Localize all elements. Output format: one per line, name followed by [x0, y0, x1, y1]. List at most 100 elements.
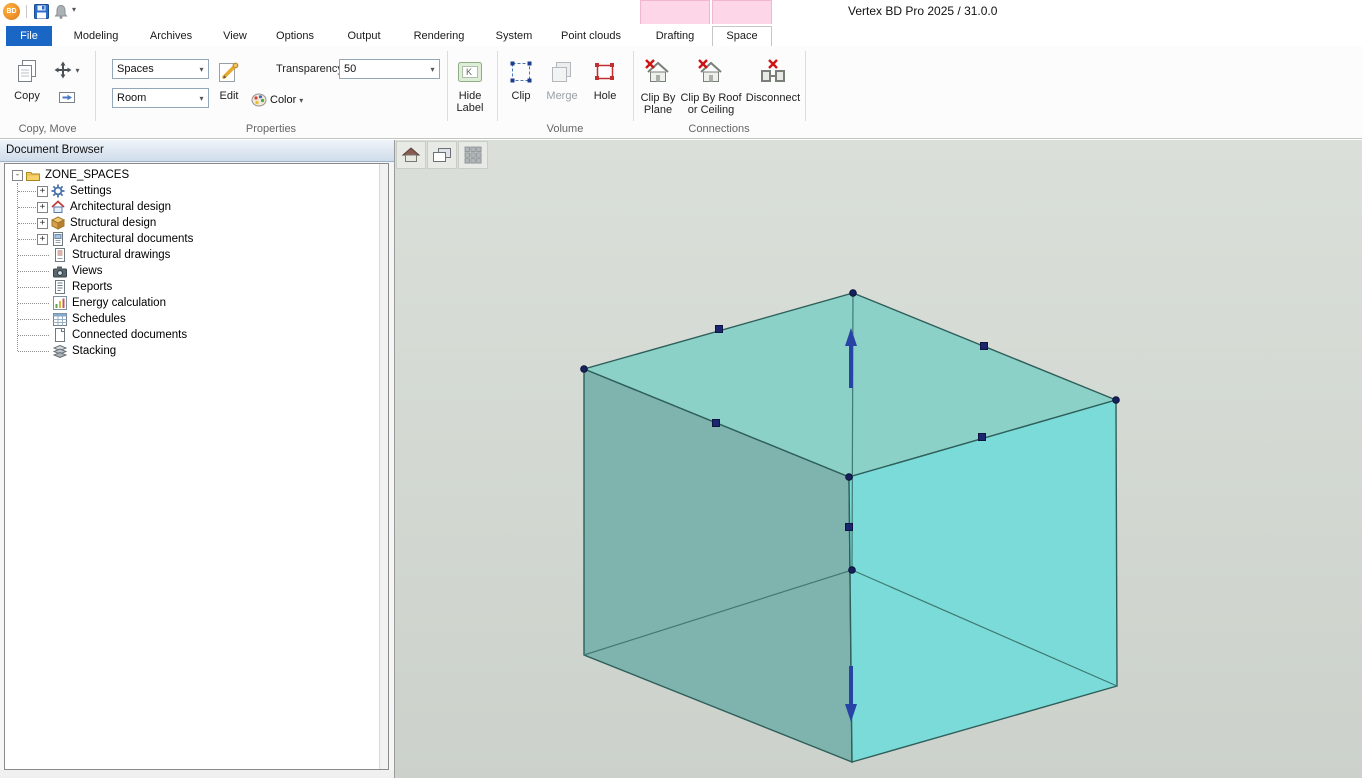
grid-icon — [464, 146, 482, 164]
tree-item-structural-drawings[interactable]: Structural drawings — [5, 247, 388, 263]
spaces-select[interactable]: Spaces ▾ — [112, 59, 209, 79]
notifications-button[interactable] — [52, 3, 70, 20]
group-separator — [805, 51, 806, 121]
dropdown-arrow-icon: ▾ — [195, 94, 208, 103]
tab-point-clouds[interactable]: Point clouds — [548, 26, 634, 46]
bell-icon — [54, 4, 68, 19]
dropdown-arrow-icon: ▾ — [195, 65, 208, 74]
cascade-icon — [432, 147, 452, 163]
expand-expander[interactable]: + — [37, 234, 48, 245]
folder-icon — [26, 168, 40, 182]
hide-label-button[interactable]: K Hide Label — [446, 54, 494, 114]
tree-item-structural-design[interactable]: + Structural design — [5, 215, 388, 231]
clip-by-plane-button[interactable]: Clip By Plane — [634, 52, 682, 116]
expand-expander[interactable]: + — [37, 186, 48, 197]
clip-button[interactable]: Clip — [503, 54, 539, 102]
tree-item-views[interactable]: Views — [5, 263, 388, 279]
views-icon — [53, 264, 67, 278]
edge-handle[interactable] — [713, 420, 720, 427]
model-viewport[interactable] — [395, 140, 1362, 778]
transparency-label: Transparency — [276, 63, 343, 75]
vertex-grip[interactable] — [849, 567, 856, 574]
group-label-connections: Connections — [633, 123, 805, 135]
palette-icon — [251, 93, 267, 107]
copy-button[interactable]: Copy — [6, 54, 48, 102]
label-tag-icon: K — [457, 54, 483, 90]
tree-item-zone-spaces[interactable]: - ZONE_SPACES — [5, 167, 388, 183]
cascade-windows-button[interactable] — [427, 141, 457, 169]
expand-expander[interactable]: + — [37, 218, 48, 229]
space-volume-canvas[interactable] — [395, 140, 1362, 778]
hole-button[interactable]: Hole — [585, 54, 625, 102]
merge-button[interactable]: Merge — [541, 54, 583, 102]
schedules-icon — [53, 312, 67, 326]
app-logo-icon[interactable]: BD — [3, 3, 20, 20]
connected-documents-icon — [53, 328, 67, 342]
structural-drawings-icon — [53, 248, 67, 262]
tree-vertical-scrollbar[interactable] — [379, 164, 388, 769]
edge-handle[interactable] — [846, 524, 853, 531]
tree-item-architectural-documents[interactable]: + Architectural documents — [5, 231, 388, 247]
tab-modeling[interactable]: Modeling — [60, 26, 132, 46]
context-tab-group-space — [712, 0, 772, 26]
vertex-grip[interactable] — [850, 290, 857, 297]
vertex-grip[interactable] — [846, 474, 853, 481]
edge-handle[interactable] — [981, 343, 988, 350]
tree-item-architectural-design[interactable]: + Architectural design — [5, 199, 388, 215]
merge-icon — [550, 54, 574, 90]
group-separator — [497, 51, 498, 121]
tab-drafting[interactable]: Drafting — [640, 26, 710, 46]
dropdown-arrow-icon: ▾ — [75, 66, 79, 75]
ribbon: Copy ▾ Copy, Move Spaces ▾ Room ▾ Edit T… — [0, 46, 1362, 139]
window-title: Vertex BD Pro 2025 / 31.0.0 — [848, 4, 997, 18]
quick-access-dropdown-icon[interactable]: ▾ — [72, 5, 76, 14]
tree-item-settings[interactable]: + Settings — [5, 183, 388, 199]
tab-space[interactable]: Space — [712, 26, 772, 46]
tab-file[interactable]: File — [6, 26, 52, 46]
context-tab-group-drafting — [640, 0, 710, 26]
room-select[interactable]: Room ▾ — [112, 88, 209, 108]
edit-button[interactable]: Edit — [211, 54, 247, 102]
energy-calculation-icon — [53, 296, 67, 310]
grid-layout-button[interactable] — [458, 141, 488, 169]
app-window: BD ▾ Vertex BD Pro 2025 / 31.0.0 File Mo… — [0, 0, 1362, 778]
window-arrow-icon — [58, 90, 76, 104]
tab-rendering[interactable]: Rendering — [400, 26, 478, 46]
disconnect-icon — [759, 52, 787, 92]
document-browser-panel: Document Browser - ZONE_SPACES + Setting… — [0, 140, 395, 778]
edge-handle[interactable] — [979, 434, 986, 441]
group-separator — [95, 51, 96, 121]
tree-item-schedules[interactable]: Schedules — [5, 311, 388, 327]
gear-icon — [51, 184, 65, 198]
move-copy-option-button[interactable] — [50, 87, 84, 107]
tab-output[interactable]: Output — [332, 26, 396, 46]
expand-expander[interactable]: + — [37, 202, 48, 213]
tree-item-energy-calculation[interactable]: Energy calculation — [5, 295, 388, 311]
hole-icon — [593, 54, 617, 90]
move-button[interactable]: ▾ — [50, 59, 84, 81]
collapse-expander[interactable]: - — [12, 170, 23, 181]
document-browser-header: Document Browser — [0, 140, 394, 162]
transparency-select[interactable]: 50 ▾ — [339, 59, 440, 79]
roof-view-button[interactable] — [396, 141, 426, 169]
group-label-copy-move: Copy, Move — [0, 123, 95, 135]
save-button[interactable] — [32, 3, 50, 20]
vertex-grip[interactable] — [581, 366, 588, 373]
tab-view[interactable]: View — [210, 26, 260, 46]
house-clip-icon — [644, 52, 672, 92]
tab-system[interactable]: System — [482, 26, 546, 46]
copy-icon — [15, 54, 39, 90]
tab-archives[interactable]: Archives — [136, 26, 206, 46]
vertex-grip[interactable] — [1113, 397, 1120, 404]
tab-options[interactable]: Options — [262, 26, 328, 46]
viewport-toolbar — [396, 141, 488, 169]
clip-by-roof-or-ceiling-button[interactable]: Clip By Roof or Ceiling — [682, 52, 740, 116]
disconnect-button[interactable]: Disconnect — [742, 52, 804, 104]
color-button[interactable]: Color ▾ — [251, 90, 303, 110]
stacking-icon — [53, 344, 67, 358]
tree-horizontal-scrollbar[interactable] — [0, 770, 394, 778]
tree-item-connected-documents[interactable]: Connected documents — [5, 327, 388, 343]
tree-item-stacking[interactable]: Stacking — [5, 343, 388, 359]
tree-item-reports[interactable]: Reports — [5, 279, 388, 295]
edge-handle[interactable] — [716, 326, 723, 333]
